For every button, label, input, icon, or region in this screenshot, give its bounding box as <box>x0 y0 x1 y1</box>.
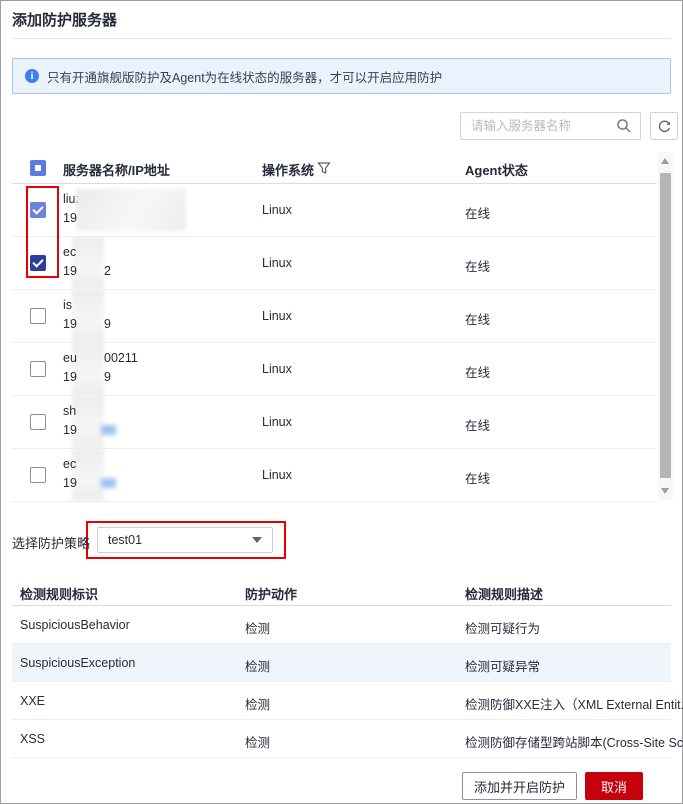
add-protection-server-dialog: 添加防护服务器 i 只有开通旗舰版防护及Agent为在线状态的服务器，才可以开启… <box>0 0 683 804</box>
server-os: Linux <box>262 362 292 376</box>
server-name: eu <box>63 351 77 365</box>
agent-status: 在线 <box>465 207 491 221</box>
policy-dropdown[interactable]: test01 <box>97 527 273 553</box>
rule-desc: 检测可疑异常 <box>465 660 541 674</box>
refresh-icon <box>657 119 672 134</box>
column-header-agent-status: Agent状态 <box>465 163 528 178</box>
server-ip: 19 <box>63 423 77 437</box>
server-os: Linux <box>262 309 292 323</box>
server-os: Linux <box>262 415 292 429</box>
server-ip: 19 <box>63 317 77 331</box>
info-icon: i <box>25 69 39 83</box>
server-name: ec <box>63 245 77 259</box>
redacted-blur-link <box>101 425 116 435</box>
rule-desc: 检测防御XXE注入（XML External Entit... <box>465 698 683 712</box>
row-checkbox-checked[interactable] <box>30 255 46 271</box>
server-row-4[interactable]: eu 00211 19 9 Linux 在线 <box>12 343 657 396</box>
vertical-scrollbar[interactable] <box>658 152 673 500</box>
redacted-blur-link <box>101 478 116 488</box>
rule-desc: 检测防御存储型跨站脚本(Cross-Site Sc... <box>465 736 683 750</box>
server-name: sh <box>63 404 77 418</box>
scrollbar-thumb[interactable] <box>660 173 671 478</box>
server-ip-suffix: 9 <box>104 317 111 331</box>
rules-table-header: 检测规则标识 防护动作 检测规则描述 <box>12 578 671 606</box>
row-checkbox-unchecked[interactable] <box>30 361 46 377</box>
server-ip: 19 <box>63 211 77 225</box>
rule-desc: 检测可疑行为 <box>465 622 541 636</box>
agent-status: 在线 <box>465 366 491 380</box>
filter-icon[interactable] <box>317 161 331 180</box>
rule-id: XSS <box>20 732 46 746</box>
agent-status: 在线 <box>465 419 491 433</box>
page-title: 添加防护服务器 <box>12 12 118 29</box>
server-row-3[interactable]: is 19 9 Linux 在线 <box>12 290 657 343</box>
column-header-desc: 检测规则描述 <box>465 587 544 602</box>
redacted-blur <box>72 290 104 342</box>
policy-dropdown-value: test01 <box>108 533 143 547</box>
server-ip: 19 <box>63 370 77 384</box>
rule-action: 检测 <box>245 660 271 674</box>
redacted-blur <box>72 396 104 448</box>
redacted-blur <box>72 449 104 501</box>
server-ip: 19 <box>63 264 77 278</box>
server-row-6[interactable]: ec 19 Linux 在线 <box>12 449 657 502</box>
server-os: Linux <box>262 256 292 270</box>
rule-row-4[interactable]: XSS 检测 检测防御存储型跨站脚本(Cross-Site Sc... <box>12 720 683 758</box>
rule-id: SuspiciousException <box>20 656 136 670</box>
rule-row-3[interactable]: XXE 检测 检测防御XXE注入（XML External Entit... <box>12 682 683 720</box>
refresh-button[interactable] <box>650 112 678 140</box>
server-name: ec <box>63 457 77 471</box>
server-ip: 19 <box>63 476 77 490</box>
search-icon[interactable] <box>616 118 632 134</box>
row-checkbox-unchecked[interactable] <box>30 414 46 430</box>
server-os: Linux <box>262 203 292 217</box>
server-ip-suffix: 2 <box>104 264 111 278</box>
select-all-checkbox[interactable] <box>30 160 46 176</box>
server-search-input[interactable] <box>461 119 616 133</box>
rule-id: XXE <box>20 694 46 708</box>
column-header-os: 操作系统 <box>262 163 315 178</box>
rule-action: 检测 <box>245 736 271 750</box>
redacted-blur <box>72 237 104 289</box>
column-header-rule-id: 检测规则标识 <box>20 587 99 602</box>
server-name: is <box>63 298 73 312</box>
rule-row-1[interactable]: SuspiciousBehavior 检测 检测可疑行为 <box>12 606 671 644</box>
cancel-button[interactable]: 取消 <box>585 772 643 800</box>
server-table-header: 服务器名称/IP地址 操作系统 Agent状态 <box>12 152 657 184</box>
column-header-server-name: 服务器名称/IP地址 <box>63 163 170 178</box>
row-checkbox-checked[interactable] <box>30 202 46 218</box>
info-banner: i 只有开通旗舰版防护及Agent为在线状态的服务器，才可以开启应用防护 <box>12 58 671 94</box>
server-ip-suffix: 9 <box>104 370 111 384</box>
server-row-5[interactable]: sh 19 Linux 在线 <box>12 396 657 449</box>
info-banner-text: 只有开通旗舰版防护及Agent为在线状态的服务器，才可以开启应用防护 <box>47 70 443 85</box>
server-row-1[interactable]: liuz 19 Linux 在线 <box>12 184 657 237</box>
redacted-blur <box>76 189 186 231</box>
policy-select-label: 选择防护策略 <box>12 536 91 551</box>
server-os: Linux <box>262 468 292 482</box>
agent-status: 在线 <box>465 260 491 274</box>
rule-id: SuspiciousBehavior <box>20 618 130 632</box>
row-checkbox-unchecked[interactable] <box>30 308 46 324</box>
rule-row-2[interactable]: SuspiciousException 检测 检测可疑异常 <box>12 644 671 682</box>
scroll-down-icon[interactable] <box>661 488 669 494</box>
rule-action: 检测 <box>245 698 271 712</box>
add-and-enable-protection-button[interactable]: 添加并开启防护 <box>462 772 577 800</box>
scroll-up-icon[interactable] <box>661 158 669 164</box>
server-row-2[interactable]: ec 19 2 Linux 在线 <box>12 237 657 290</box>
row-checkbox-unchecked[interactable] <box>30 467 46 483</box>
title-divider <box>12 38 671 39</box>
agent-status: 在线 <box>465 472 491 486</box>
rule-action: 检测 <box>245 622 271 636</box>
chevron-down-icon <box>252 537 262 543</box>
server-name-suffix: 00211 <box>104 351 138 365</box>
column-header-action: 防护动作 <box>245 587 298 602</box>
server-search-box <box>460 112 641 140</box>
agent-status: 在线 <box>465 313 491 327</box>
